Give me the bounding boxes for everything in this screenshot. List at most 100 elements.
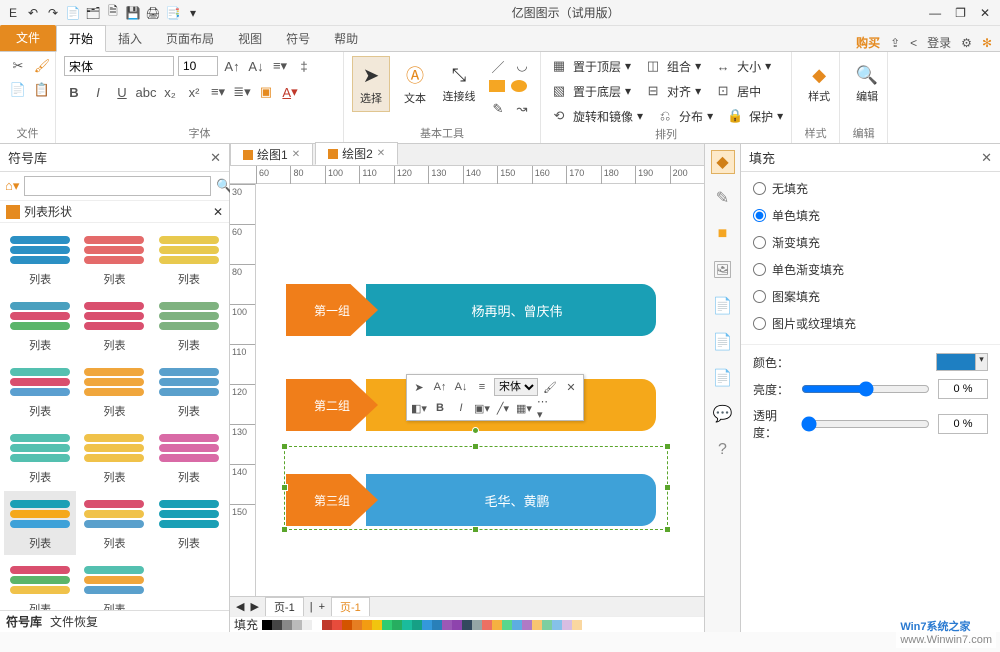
protect-label[interactable]: 保护 [749, 108, 773, 125]
file-tab[interactable]: 文件 [0, 25, 56, 51]
rect-shape-icon[interactable] [488, 79, 506, 96]
shape-thumbnail[interactable]: 列表 [4, 425, 76, 489]
color-swatch[interactable] [452, 620, 462, 630]
layer-panel-icon[interactable]: 📄 [711, 330, 735, 354]
color-dropdown[interactable]: ▾ [936, 353, 988, 371]
shape-thumbnail[interactable]: 列表 [78, 425, 150, 489]
color-swatch[interactable] [432, 620, 442, 630]
line-spacing-icon[interactable]: ‡ [294, 56, 314, 76]
color-swatch[interactable] [292, 620, 302, 630]
print-icon[interactable]: 🖨 [144, 4, 162, 22]
tab-symbol[interactable]: 符号 [274, 26, 322, 51]
distribute-label[interactable]: 分布 [679, 108, 703, 125]
brightness-slider[interactable] [801, 381, 930, 397]
color-swatch[interactable] [422, 620, 432, 630]
resize-handle-se[interactable] [664, 526, 671, 533]
font-name-input[interactable] [64, 56, 174, 76]
color-swatch[interactable] [262, 620, 272, 630]
underline-icon[interactable]: U [112, 82, 132, 102]
rotate-icon[interactable]: ⟲ [549, 106, 569, 126]
bold-icon[interactable]: B [64, 82, 84, 102]
fill-option[interactable]: 图片或纹理填充 [753, 315, 988, 332]
fill-option[interactable]: 单色填充 [753, 207, 988, 224]
color-swatch[interactable] [412, 620, 422, 630]
shape-thumbnail[interactable]: 列表 [4, 227, 76, 291]
color-swatch[interactable] [372, 620, 382, 630]
shape-thumbnail[interactable]: 列表 [78, 227, 150, 291]
color-swatch[interactable] [312, 620, 322, 630]
ft-line-icon[interactable]: ╱▾ [494, 399, 512, 417]
paste-icon[interactable]: 📋 [32, 80, 52, 100]
cloud-icon[interactable]: < [910, 36, 917, 50]
color-swatch[interactable] [302, 620, 312, 630]
color-swatch[interactable] [492, 620, 502, 630]
ft-inc-font-icon[interactable]: A↑ [431, 378, 449, 396]
save-icon[interactable]: 🗎 [104, 4, 122, 22]
close-fill-panel-icon[interactable]: ✕ [981, 150, 992, 166]
color-swatch[interactable] [282, 620, 292, 630]
close-panel-icon[interactable]: ✕ [210, 150, 221, 166]
fill-panel-icon[interactable]: ◆ [711, 150, 735, 174]
fill-option[interactable]: 无填充 [753, 180, 988, 197]
category-close-icon[interactable]: ✕ [213, 205, 223, 219]
opacity-value[interactable] [938, 414, 988, 434]
color-swatch[interactable] [522, 620, 532, 630]
resize-handle-ne[interactable] [664, 443, 671, 450]
decrease-font-icon[interactable]: A↓ [246, 56, 266, 76]
symbol-search-input[interactable] [24, 176, 211, 196]
shape-thumbnail[interactable]: 列表 [4, 557, 76, 610]
arc-shape-icon[interactable]: ◡ [512, 56, 532, 76]
resize-handle-n[interactable] [472, 443, 479, 450]
shape-thumbnail[interactable]: 列表 [153, 425, 225, 489]
color-swatch[interactable] [362, 620, 372, 630]
tab-file-recovery[interactable]: 文件恢复 [50, 613, 98, 630]
color-swatch[interactable] [272, 620, 282, 630]
close-button[interactable]: ✕ [980, 6, 990, 20]
tab-view[interactable]: 视图 [226, 26, 274, 51]
page-tab-1[interactable]: 页-1 [265, 597, 304, 617]
shape-thumbnail[interactable]: 列表 [153, 491, 225, 555]
color-swatch[interactable] [322, 620, 332, 630]
ft-italic-icon[interactable]: I [452, 399, 470, 417]
format-painter-icon[interactable]: 🖌 [32, 56, 52, 76]
color-swatch[interactable] [342, 620, 352, 630]
shape-thumbnail[interactable]: 列表 [4, 359, 76, 423]
color-swatch[interactable] [532, 620, 542, 630]
ft-theme-icon[interactable]: ◧▾ [410, 399, 428, 417]
shape-thumbnail[interactable]: 列表 [4, 491, 76, 555]
doc-tab-2[interactable]: 绘图2✕ [315, 142, 398, 165]
superscript-icon[interactable]: x² [184, 82, 204, 102]
list-shape-3[interactable]: 第三组 毛华、黄鹏 [286, 474, 656, 526]
line-shape-icon[interactable]: ／ [488, 56, 508, 76]
resize-handle-s[interactable] [472, 526, 479, 533]
text-tool-button[interactable]: Ⓐ文本 [396, 56, 434, 112]
resize-handle-sw[interactable] [281, 526, 288, 533]
align-menu-icon[interactable]: ≡▾ [270, 56, 290, 76]
protect-icon[interactable]: 🔒 [725, 106, 745, 126]
drawing-canvas[interactable]: 第一组 杨再明、曾庆伟 第二组 第三组 毛华、黄鹏 [256, 184, 704, 596]
shadow-panel-icon[interactable]: ■ [711, 222, 735, 246]
bezier-icon[interactable]: ↝ [512, 99, 532, 119]
ft-dec-font-icon[interactable]: A↓ [452, 378, 470, 396]
help-panel-icon[interactable]: ? [711, 438, 735, 462]
pencil-icon[interactable]: ✎ [488, 99, 508, 119]
comment-panel-icon[interactable]: 💬 [711, 402, 735, 426]
copy-icon[interactable]: 📄 [8, 80, 28, 100]
export-icon[interactable]: 📑 [164, 4, 182, 22]
ft-more-icon[interactable]: ⋯▾ [536, 399, 554, 417]
style-button[interactable]: ◆样式 [800, 56, 838, 112]
shape-thumbnail[interactable]: 列表 [153, 293, 225, 357]
bring-front-label[interactable]: 置于顶层 [573, 58, 621, 75]
strike-icon[interactable]: abc [136, 82, 156, 102]
italic-icon[interactable]: I [88, 82, 108, 102]
bring-front-icon[interactable]: ▦ [549, 56, 569, 76]
resize-handle-nw[interactable] [281, 443, 288, 450]
color-swatch[interactable] [462, 620, 472, 630]
open-icon[interactable]: 🗂 [84, 4, 102, 22]
color-swatch[interactable] [352, 620, 362, 630]
cut-icon[interactable]: ✂ [8, 56, 28, 76]
tab-insert[interactable]: 插入 [106, 26, 154, 51]
login-link[interactable]: 登录 [927, 34, 951, 51]
color-swatch[interactable] [512, 620, 522, 630]
fill-option[interactable]: 渐变填充 [753, 234, 988, 251]
